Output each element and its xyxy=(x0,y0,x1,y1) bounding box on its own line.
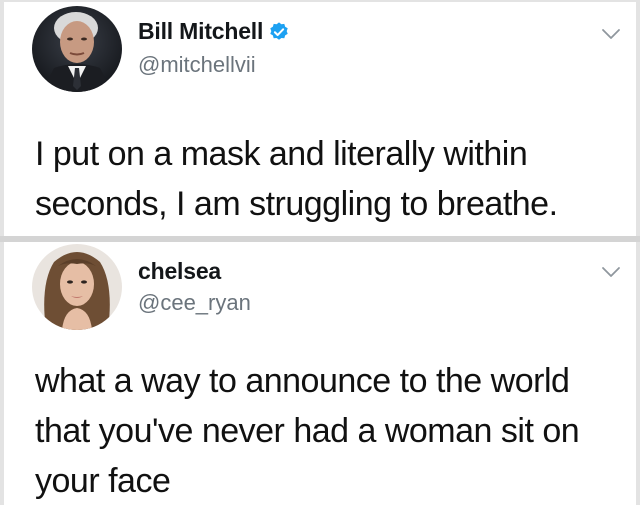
name-row: chelsea xyxy=(138,258,221,285)
tweet-card-1[interactable]: Bill Mitchell @mitchellvii I put on a ma… xyxy=(4,2,636,236)
handle[interactable]: @mitchellvii xyxy=(138,52,256,78)
avatar[interactable] xyxy=(32,244,122,330)
tweet-text: I put on a mask and literally within sec… xyxy=(35,135,558,223)
chevron-down-icon[interactable] xyxy=(600,264,622,280)
display-name[interactable]: chelsea xyxy=(138,258,221,285)
name-row: Bill Mitchell xyxy=(138,18,290,45)
tweet-card-2[interactable]: chelsea @cee_ryan what a way to announce… xyxy=(4,242,636,505)
woman-portrait-avatar-icon xyxy=(32,244,122,330)
man-portrait-avatar-icon xyxy=(32,6,122,92)
display-name[interactable]: Bill Mitchell xyxy=(138,18,263,45)
handle[interactable]: @cee_ryan xyxy=(138,290,251,316)
tweet-text: what a way to announce to the world that… xyxy=(35,362,580,500)
avatar[interactable] xyxy=(32,6,122,92)
chevron-down-icon[interactable] xyxy=(600,26,622,42)
verified-badge-icon xyxy=(270,21,288,40)
screenshot-page: Bill Mitchell @mitchellvii I put on a ma… xyxy=(0,0,640,505)
